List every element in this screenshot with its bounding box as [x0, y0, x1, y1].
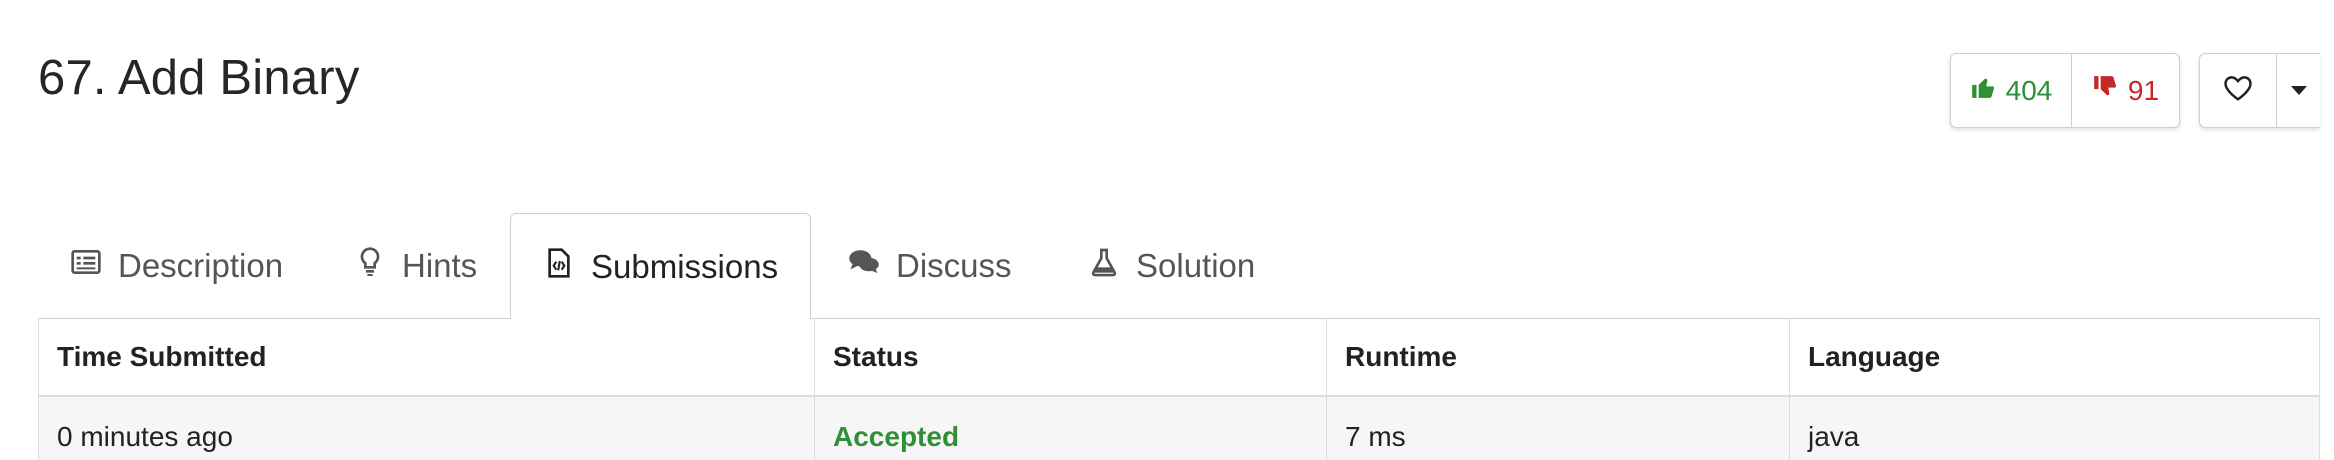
- dislike-count: 91: [2127, 74, 2160, 106]
- caret-down-icon: [2290, 86, 2307, 95]
- submission-time: 0 minutes ago: [38, 397, 815, 460]
- problem-tabs: Description Hints Submissions Discuss So…: [38, 213, 2320, 320]
- description-icon: [70, 246, 102, 286]
- submission-language: java: [1790, 397, 2320, 460]
- tab-label: Discuss: [896, 247, 1012, 284]
- submission-status-cell: Accepted: [815, 397, 1327, 460]
- tab-hints[interactable]: Hints: [354, 213, 477, 319]
- tab-solution[interactable]: Solution: [1088, 213, 1255, 319]
- like-count: 404: [2005, 74, 2053, 106]
- code-file-icon: [543, 247, 575, 287]
- tab-description[interactable]: Description: [70, 213, 283, 319]
- tab-label: Submissions: [591, 247, 779, 285]
- comments-icon: [848, 246, 880, 286]
- tab-label: Hints: [402, 247, 478, 284]
- vote-button-group: 404 91: [1950, 53, 2180, 128]
- submissions-table: Time Submitted Status Runtime Language 0…: [38, 319, 2320, 460]
- column-header-status[interactable]: Status: [815, 319, 1327, 395]
- lightbulb-icon: [354, 246, 386, 286]
- favorite-dropdown-toggle[interactable]: [2277, 54, 2320, 127]
- like-button[interactable]: 404: [1951, 54, 2072, 127]
- submission-status-link[interactable]: Accepted: [833, 421, 959, 453]
- favorite-button[interactable]: [2200, 54, 2278, 127]
- thumbs-down-icon: [2092, 74, 2118, 107]
- table-row: 0 minutes ago Accepted 7 ms java: [38, 397, 2320, 460]
- submission-runtime: 7 ms: [1327, 397, 1790, 460]
- table-header-row: Time Submitted Status Runtime Language: [38, 319, 2320, 397]
- column-header-time-submitted[interactable]: Time Submitted: [38, 319, 815, 395]
- thumbs-up-icon: [1970, 74, 1996, 107]
- column-header-runtime[interactable]: Runtime: [1327, 319, 1790, 395]
- tab-discuss[interactable]: Discuss: [848, 213, 1012, 319]
- tab-submissions[interactable]: Submissions: [510, 213, 812, 320]
- heart-icon: [2223, 74, 2253, 107]
- page-title: 67. Add Binary: [38, 51, 360, 105]
- favorite-button-group: [2199, 53, 2320, 128]
- column-header-language[interactable]: Language: [1790, 319, 2320, 395]
- tab-label: Description: [118, 247, 284, 284]
- dislike-button[interactable]: 91: [2072, 54, 2179, 127]
- tab-label: Solution: [1136, 247, 1256, 284]
- flask-icon: [1088, 246, 1120, 286]
